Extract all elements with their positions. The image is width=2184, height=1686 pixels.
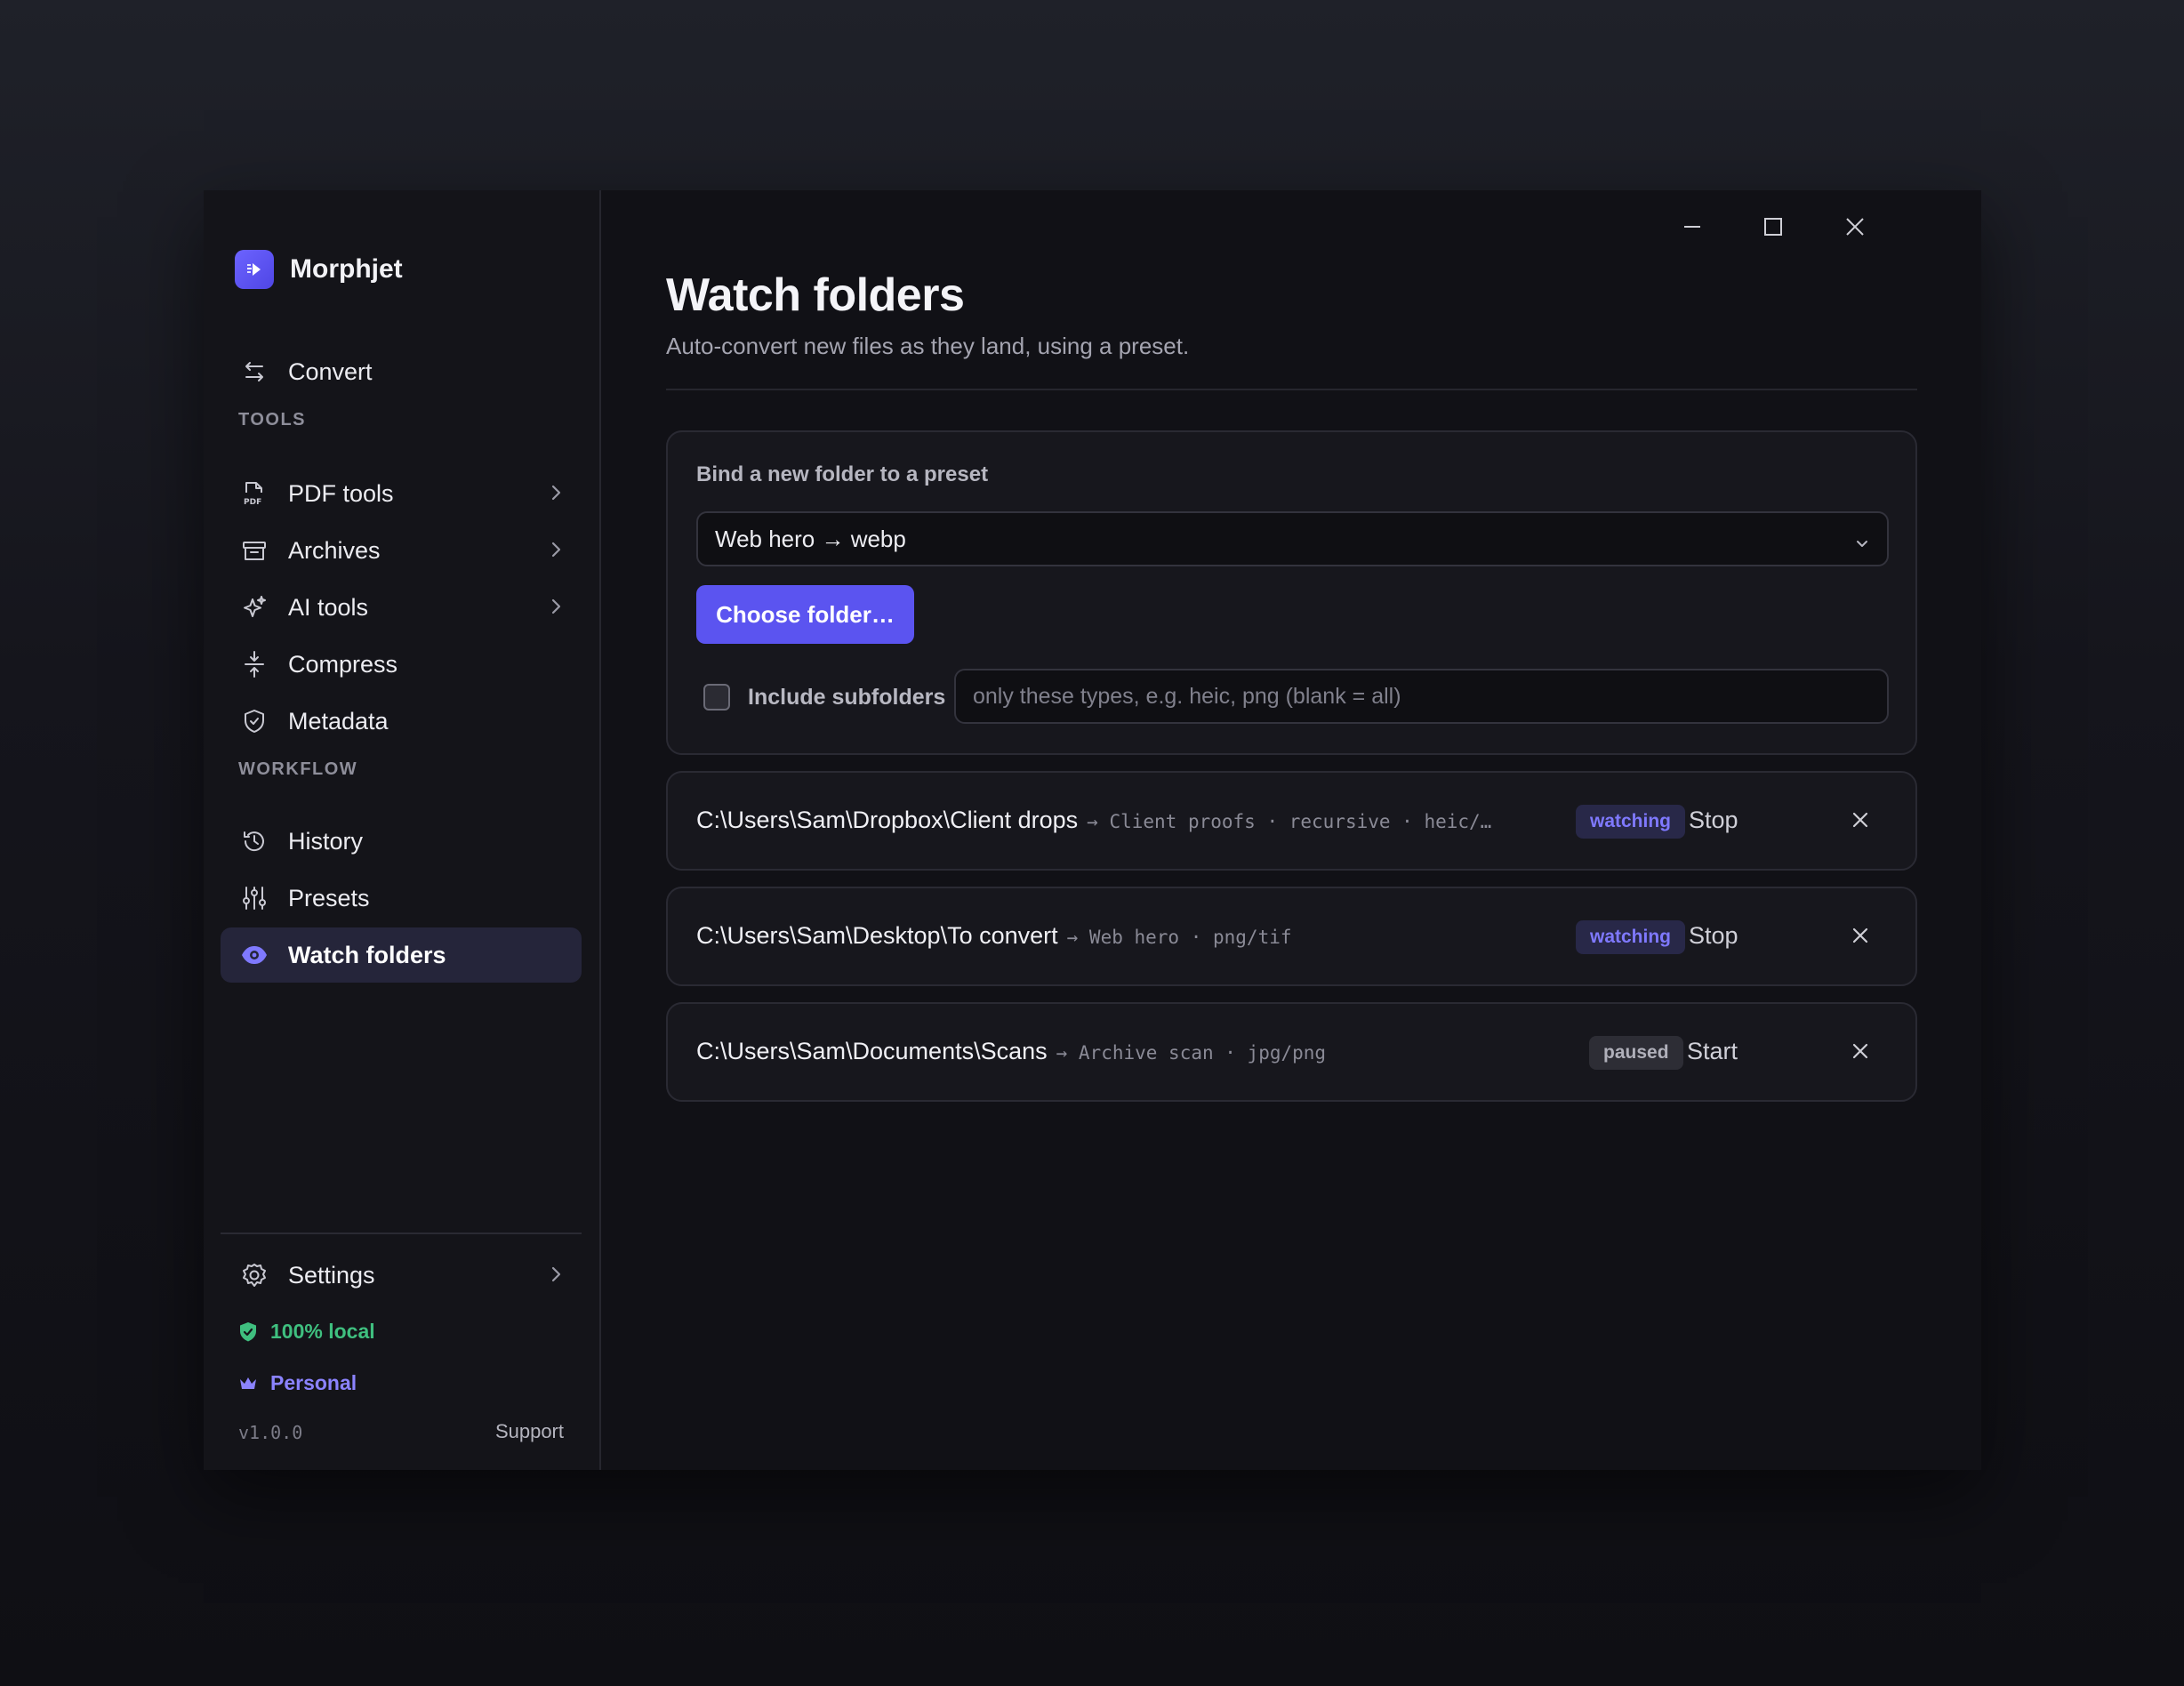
maximize-button[interactable]: [1746, 206, 1800, 251]
sidebar-item-pdf-tools[interactable]: PDF PDF tools: [221, 466, 582, 521]
sidebar-item-label: Watch folders: [288, 941, 446, 968]
sidebar-item-label: Convert: [288, 357, 373, 385]
chevron-down-icon: [1853, 531, 1871, 558]
page-title: Watch folders: [666, 269, 965, 321]
watch-row: C:\Users\Sam\Documents\Scans → Archive sc…: [666, 1002, 1917, 1102]
sidebar-item-compress[interactable]: Compress: [221, 637, 582, 692]
close-icon: [1851, 812, 1869, 832]
close-icon: [1851, 1043, 1869, 1064]
plan-badge: Personal: [238, 1371, 357, 1395]
app-name: Morphjet: [290, 254, 403, 284]
sidebar-item-label: History: [288, 827, 364, 855]
file-types-input[interactable]: [954, 669, 1889, 724]
minimize-icon: [1682, 217, 1702, 241]
sidebar-item-ai-tools[interactable]: AI tools: [221, 580, 582, 635]
preset-select[interactable]: Web hero → webp: [696, 511, 1889, 566]
sidebar-item-label: Settings: [288, 1261, 375, 1289]
stop-button[interactable]: Stop: [1689, 807, 1738, 834]
plan-label: Personal: [270, 1371, 357, 1394]
status-badge: paused: [1589, 1036, 1683, 1070]
choose-folder-button[interactable]: Choose folder…: [696, 585, 914, 644]
compress-icon: [237, 650, 272, 678]
include-subfolders-checkbox[interactable]: [703, 684, 730, 711]
watch-row: C:\Users\Sam\Dropbox\Client drops → Clien…: [666, 771, 1917, 871]
shield-check-icon: [238, 1321, 260, 1343]
app-window: Morphjet Convert TOOLS PDF PDF tools Arc…: [204, 190, 1981, 1470]
crown-icon: [238, 1375, 260, 1393]
include-subfolders-label: Include subfolders: [748, 685, 946, 710]
bind-card-title: Bind a new folder to a preset: [696, 462, 989, 486]
sparkle-icon: [237, 594, 272, 621]
watch-meta: → Web hero · png/tif: [1066, 927, 1292, 948]
remove-watch-button[interactable]: [1851, 1042, 1869, 1064]
watch-row: C:\Users\Sam\Desktop\To convert → Web her…: [666, 887, 1917, 986]
svg-text:PDF: PDF: [244, 498, 261, 507]
sidebar-item-label: Metadata: [288, 707, 389, 735]
maximize-icon: [1763, 217, 1783, 241]
gear-icon: [237, 1262, 272, 1289]
watch-path: C:\Users\Sam\Dropbox\Client drops → Clien…: [696, 807, 1491, 834]
watch-path: C:\Users\Sam\Documents\Scans → Archive sc…: [696, 1038, 1326, 1065]
sidebar-item-metadata[interactable]: Metadata: [221, 694, 582, 749]
sidebar-item-label: AI tools: [288, 593, 369, 621]
shield-check-icon: [237, 708, 272, 735]
app-logo-icon: [235, 250, 274, 289]
sliders-icon: [237, 885, 272, 911]
watch-meta: → Archive scan · jpg/png: [1056, 1042, 1327, 1064]
chevron-right-icon: [550, 1264, 562, 1289]
preset-select-value: Web hero → webp: [715, 525, 906, 552]
section-label-workflow: WORKFLOW: [238, 759, 358, 779]
close-window-button[interactable]: [1828, 206, 1882, 251]
local-status-label: 100% local: [270, 1320, 375, 1343]
watch-path-text: C:\Users\Sam\Desktop\To convert: [696, 922, 1058, 949]
sidebar-item-label: Archives: [288, 536, 381, 564]
sidebar: Morphjet Convert TOOLS PDF PDF tools Arc…: [204, 190, 601, 1470]
chevron-right-icon: [550, 482, 562, 508]
watch-path: C:\Users\Sam\Desktop\To convert → Web her…: [696, 922, 1292, 950]
watch-path-text: C:\Users\Sam\Documents\Scans: [696, 1038, 1048, 1064]
sidebar-item-label: PDF tools: [288, 479, 394, 507]
arrows-swap-icon: [237, 359, 272, 384]
sidebar-divider: [221, 1232, 582, 1234]
header-divider: [666, 389, 1917, 390]
sidebar-item-presets[interactable]: Presets: [221, 871, 582, 926]
sidebar-item-archives[interactable]: Archives: [221, 523, 582, 578]
sidebar-item-convert[interactable]: Convert: [221, 344, 582, 399]
sidebar-item-label: Compress: [288, 650, 398, 678]
sidebar-item-history[interactable]: History: [221, 814, 582, 869]
history-icon: [237, 828, 272, 855]
start-button[interactable]: Start: [1687, 1038, 1738, 1065]
watch-meta: → Client proofs · recursive · heic/…: [1087, 811, 1492, 832]
sidebar-item-label: Presets: [288, 884, 370, 911]
close-icon: [1851, 927, 1869, 948]
eye-icon: [237, 944, 272, 966]
pdf-icon: PDF: [237, 480, 272, 507]
archive-icon: [237, 538, 272, 563]
status-badge: watching: [1576, 920, 1686, 954]
support-link[interactable]: Support: [495, 1420, 564, 1443]
chevron-right-icon: [550, 539, 562, 565]
watch-path-text: C:\Users\Sam\Dropbox\Client drops: [696, 807, 1079, 833]
bind-folder-card: Bind a new folder to a preset Web hero →…: [666, 430, 1917, 755]
remove-watch-button[interactable]: [1851, 811, 1869, 833]
status-badge: watching: [1576, 805, 1686, 839]
page-subtitle: Auto-convert new files as they land, usi…: [666, 333, 1190, 359]
brand: Morphjet: [235, 250, 403, 289]
sidebar-item-watch-folders[interactable]: Watch folders: [221, 927, 582, 983]
main-content: Watch folders Auto-convert new files as …: [601, 190, 1981, 1470]
section-label-tools: TOOLS: [238, 410, 307, 430]
minimize-button[interactable]: [1666, 206, 1719, 251]
remove-watch-button[interactable]: [1851, 927, 1869, 949]
chevron-right-icon: [550, 596, 562, 622]
app-version: v1.0.0: [238, 1422, 303, 1443]
stop-button[interactable]: Stop: [1689, 922, 1738, 950]
sidebar-item-settings[interactable]: Settings: [221, 1248, 582, 1303]
close-icon: [1845, 217, 1865, 241]
local-status: 100% local: [238, 1320, 375, 1344]
